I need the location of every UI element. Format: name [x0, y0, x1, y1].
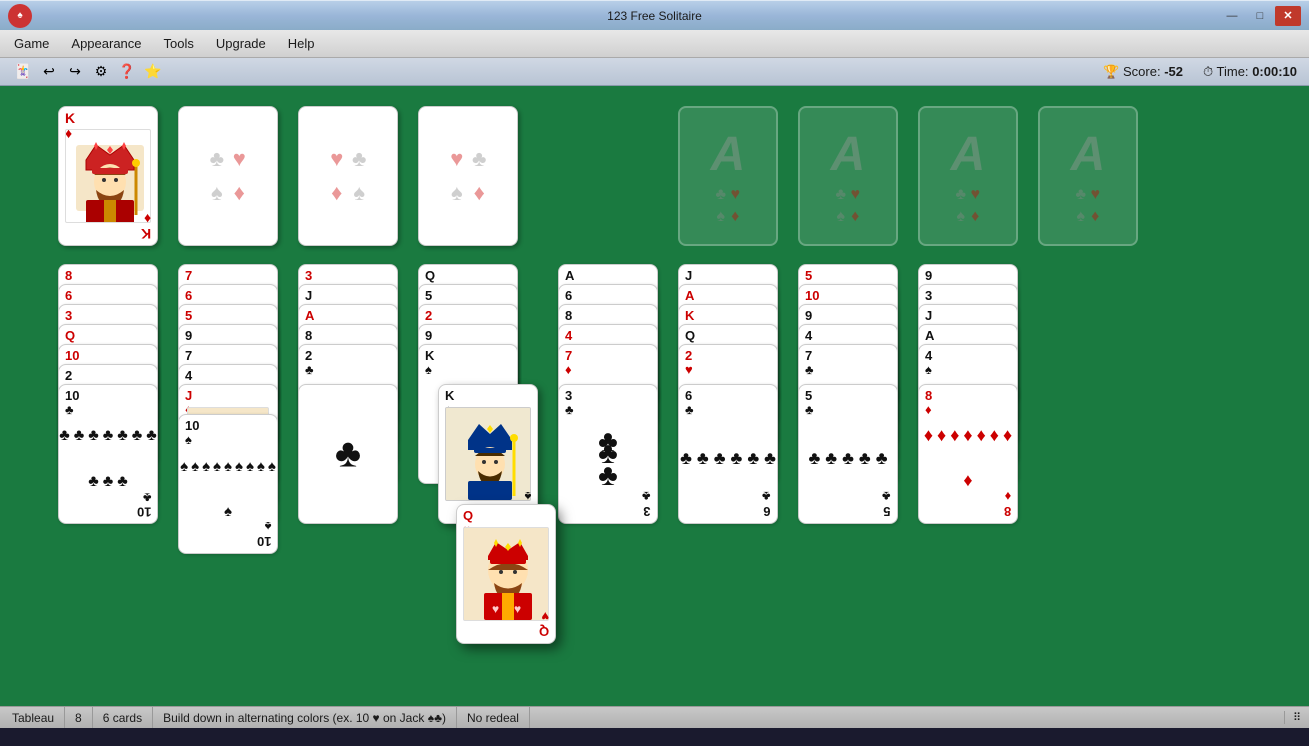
- game-area[interactable]: K♦: [0, 86, 1309, 706]
- menu-tools[interactable]: Tools: [154, 33, 204, 54]
- face-card-image: [65, 129, 151, 223]
- status-col-count: 8: [65, 707, 93, 728]
- menu-help[interactable]: Help: [278, 33, 325, 54]
- toolbar: 🃏 ↩ ↪ ⚙ ❓ ⭐ 🏆 Score: -52 ⏱ Time: 0:00:10: [0, 58, 1309, 86]
- card-rank-br: K♦: [141, 210, 151, 241]
- menu-upgrade[interactable]: Upgrade: [206, 33, 276, 54]
- statusbar: Tableau 8 6 cards Build down in alternat…: [0, 706, 1309, 728]
- toolbar-icon-1[interactable]: 🃏: [12, 61, 34, 83]
- menu-game[interactable]: Game: [4, 33, 59, 54]
- toolbar-icon-6[interactable]: ⭐: [142, 61, 164, 83]
- window-title: 123 Free Solitaire: [607, 9, 702, 23]
- score-display: 🏆 Score: -52: [1103, 64, 1183, 80]
- status-redeal: No redeal: [457, 707, 530, 728]
- titlebar: ♠ 123 Free Solitaire — □ ✕: [0, 0, 1309, 30]
- toolbar-stats: 🏆 Score: -52 ⏱ Time: 0:00:10: [1103, 64, 1297, 80]
- maximize-button[interactable]: □: [1247, 6, 1273, 26]
- menubar: Game Appearance Tools Upgrade Help: [0, 30, 1309, 58]
- status-card-count: 6 cards: [93, 707, 153, 728]
- toolbar-icons: 🃏 ↩ ↪ ⚙ ❓ ⭐: [12, 61, 164, 83]
- svg-text:♥: ♥: [514, 602, 521, 616]
- menu-appearance[interactable]: Appearance: [61, 33, 151, 54]
- status-grip: ⠿: [1284, 711, 1301, 724]
- svg-text:♥: ♥: [492, 602, 499, 616]
- toolbar-icon-3[interactable]: ↪: [64, 61, 86, 83]
- toolbar-icon-5[interactable]: ❓: [116, 61, 138, 83]
- status-game-type: Tableau: [8, 707, 65, 728]
- status-rule: Build down in alternating colors (ex. 10…: [153, 707, 457, 728]
- toolbar-icon-4[interactable]: ⚙: [90, 61, 112, 83]
- minimize-button[interactable]: —: [1219, 6, 1245, 26]
- toolbar-icon-2[interactable]: ↩: [38, 61, 60, 83]
- app-logo: ♠: [8, 4, 32, 28]
- close-button[interactable]: ✕: [1275, 6, 1301, 26]
- time-display: ⏱ Time: 0:00:10: [1203, 64, 1297, 80]
- window-controls: — □ ✕: [1219, 6, 1301, 26]
